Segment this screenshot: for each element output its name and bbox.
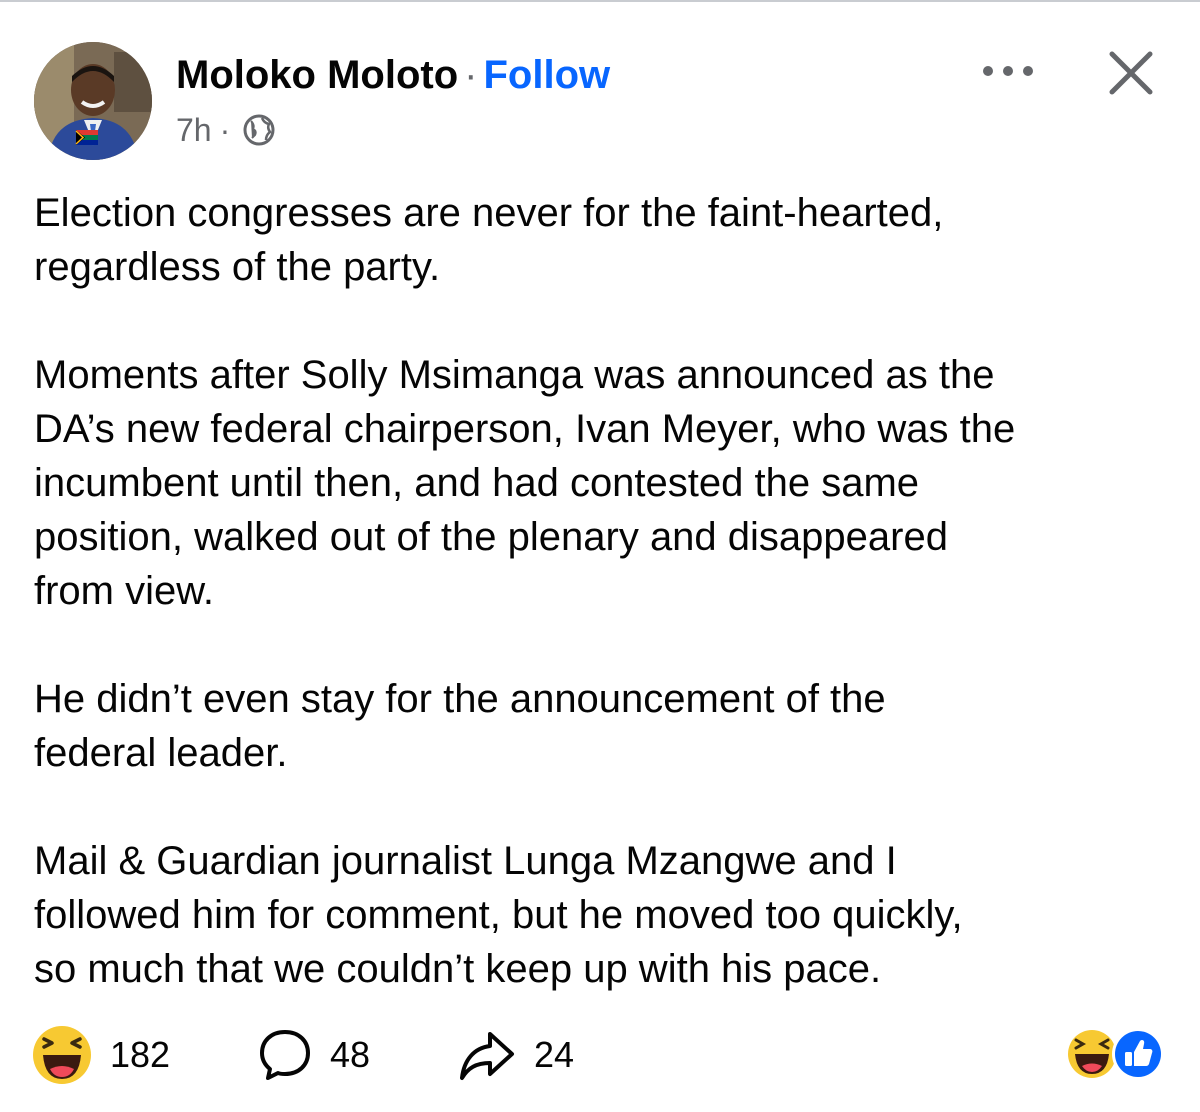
haha-reaction-icon (1068, 1030, 1116, 1078)
shares-count: 24 (534, 1034, 575, 1075)
comment-icon (260, 1030, 310, 1080)
post-paragraph: He didn’t even stay for the announcement… (34, 677, 886, 775)
name-separator: · (464, 53, 478, 97)
reactions-count: 182 (110, 1034, 171, 1075)
post-header: Moloko Moloto · Follow 7h · (34, 42, 1174, 162)
avatar-photo (34, 42, 152, 160)
globe-icon[interactable] (242, 113, 276, 147)
reactions-button[interactable]: 182 (30, 1022, 170, 1088)
comments-count: 48 (330, 1034, 371, 1075)
haha-reaction-icon (33, 1026, 91, 1084)
post-time[interactable]: 7h (176, 110, 212, 150)
post-footer: 182 48 24 (30, 1022, 1170, 1088)
post-paragraph: Moments after Solly Msimanga was announc… (34, 353, 1016, 613)
time-separator: · (219, 112, 231, 148)
like-reaction-icon (1112, 1028, 1164, 1080)
reaction-summary[interactable] (1064, 1026, 1168, 1082)
top-divider (0, 0, 1200, 2)
post-text: Election congresses are never for the fa… (34, 186, 1174, 996)
shares-button[interactable]: 24 (456, 1022, 574, 1088)
more-options-icon[interactable] (978, 56, 1038, 86)
author-name[interactable]: Moloko Moloto (176, 53, 458, 97)
post-paragraph: Mail & Guardian journalist Lunga Mzangwe… (34, 839, 963, 991)
author-line: Moloko Moloto · Follow (176, 50, 610, 100)
post-paragraph: Election congresses are never for the fa… (34, 191, 944, 289)
close-icon[interactable] (1104, 46, 1158, 100)
follow-button[interactable]: Follow (483, 53, 610, 97)
author-avatar[interactable] (34, 42, 152, 160)
post-meta: 7h · (176, 110, 276, 150)
comments-button[interactable]: 48 (256, 1022, 370, 1088)
share-icon (460, 1032, 514, 1080)
